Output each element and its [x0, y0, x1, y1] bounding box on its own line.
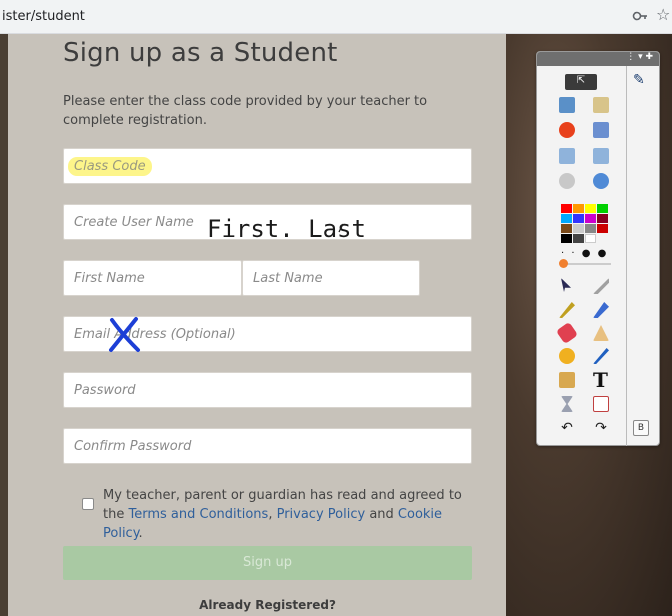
opacity-slider[interactable]	[561, 263, 611, 265]
play-icon[interactable]	[559, 173, 575, 189]
cross-out-mark	[109, 317, 140, 352]
toolbar-menu-glyphs[interactable]: ⋮ ▾ ✚	[626, 52, 653, 62]
brush-size-dots[interactable]: · · ● ●	[561, 248, 608, 259]
toolbar-divider	[626, 66, 627, 446]
pen-icon[interactable]	[559, 302, 575, 318]
key-icon[interactable]	[632, 8, 648, 24]
terms-text: My teacher, parent or guardian has read …	[103, 486, 483, 543]
signup-label: Sign up	[243, 555, 292, 570]
terms-and: and	[365, 507, 398, 522]
shapes-icon[interactable]	[593, 325, 609, 341]
highlighter-icon[interactable]	[593, 302, 609, 318]
star-icon[interactable]: ☆	[656, 6, 670, 24]
password-placeholder: Password	[74, 383, 136, 398]
confirm-password-placeholder: Confirm Password	[74, 439, 192, 454]
page-title: Sign up as a Student	[63, 38, 338, 68]
capture-icon[interactable]	[593, 122, 609, 138]
refresh-icon[interactable]	[593, 396, 609, 412]
timer-icon[interactable]	[561, 396, 573, 412]
annotation-toolbar: ⋮ ▾ ✚ ⇱ ✎ · · ● ● T ↶ ↷ B	[536, 51, 660, 446]
terms-sep: ,	[268, 507, 277, 522]
privacy-link[interactable]: Privacy Policy	[277, 507, 366, 522]
signup-button[interactable]: Sign up	[63, 546, 472, 580]
last-name-input[interactable]: Last Name	[242, 260, 420, 296]
password-input[interactable]: Password	[63, 372, 472, 408]
tools-icon[interactable]	[593, 278, 609, 294]
share-button[interactable]: ⇱	[565, 74, 597, 90]
pen-mark	[338, 223, 344, 233]
line-icon[interactable]	[593, 348, 609, 364]
pointer-icon[interactable]	[561, 278, 571, 292]
confirm-password-input[interactable]: Confirm Password	[63, 428, 472, 464]
toolbar-header[interactable]: ⋮ ▾ ✚	[537, 52, 659, 66]
first-name-placeholder: First Name	[74, 271, 145, 286]
blank-button[interactable]: B	[633, 420, 649, 436]
user-name-placeholder: Create User Name	[74, 215, 194, 230]
whiteboard-icon[interactable]	[593, 97, 609, 113]
draw-mode-icon[interactable]: ✎	[633, 72, 645, 88]
globe-icon[interactable]	[593, 173, 609, 189]
browser-address-bar[interactable]: ister/student ☆	[0, 0, 672, 34]
record-icon[interactable]	[559, 122, 575, 138]
undo-icon[interactable]: ↶	[559, 420, 575, 436]
terms-link[interactable]: Terms and Conditions	[128, 507, 268, 522]
stamp-icon[interactable]	[559, 372, 575, 388]
already-registered-link[interactable]: Already Registered?	[63, 598, 472, 612]
first-name-input[interactable]: First Name	[63, 260, 242, 296]
last-name-placeholder: Last Name	[253, 271, 323, 286]
prev-page-icon[interactable]	[559, 148, 575, 164]
class-code-placeholder: Class Code	[68, 157, 152, 176]
background-edge	[0, 34, 8, 616]
color-palette[interactable]	[561, 204, 609, 244]
email-placeholder: Email Address (Optional)	[74, 327, 236, 342]
text-tool-icon[interactable]: T	[593, 368, 608, 392]
next-page-icon[interactable]	[593, 148, 609, 164]
terms-end: .	[138, 526, 143, 541]
fill-icon[interactable]	[559, 348, 575, 364]
url-text[interactable]: ister/student	[2, 9, 85, 24]
share-icon: ⇱	[576, 75, 586, 86]
redo-icon[interactable]: ↷	[593, 420, 609, 436]
class-code-input[interactable]: Class Code	[63, 148, 472, 184]
terms-checkbox[interactable]	[82, 498, 94, 510]
opacity-slider-knob[interactable]	[559, 259, 568, 268]
intro-text: Please enter the class code provided by …	[63, 94, 428, 128]
screen-icon[interactable]	[559, 97, 575, 113]
eraser-icon[interactable]	[555, 321, 579, 345]
